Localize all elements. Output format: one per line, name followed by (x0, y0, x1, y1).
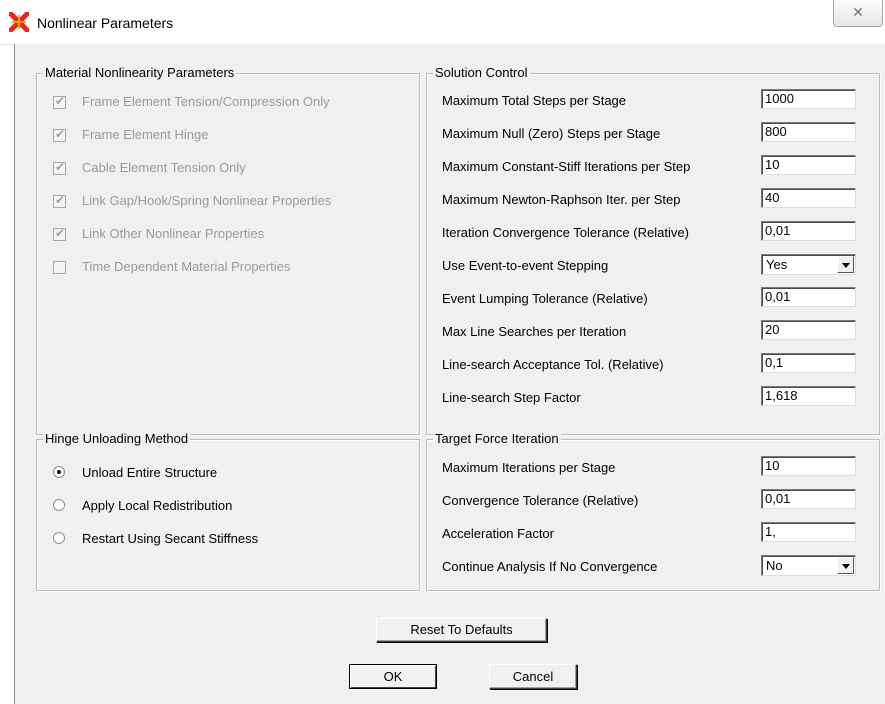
material-nonlinearity-title: Material Nonlinearity Parameters (43, 65, 237, 81)
target-force-iteration-title: Target Force Iteration (433, 431, 561, 447)
dropdown-arrow-icon[interactable] (837, 256, 854, 273)
select-event-to-event[interactable]: Yes (761, 254, 856, 275)
input-iteration-convergence-tol[interactable]: 0,01 (761, 221, 856, 241)
checkmark-icon: ✔ (55, 193, 66, 207)
label-acceleration-factor: Acceleration Factor (442, 526, 554, 541)
input-max-constant-stiff[interactable]: 10 (761, 155, 856, 175)
label-iteration-convergence-tol: Iteration Convergence Tolerance (Relativ… (442, 225, 689, 240)
label-max-line-searches: Max Line Searches per Iteration (442, 324, 627, 339)
label-line-search-acceptance: Line-search Acceptance Tol. (Relative) (442, 357, 664, 372)
label-max-iterations-per-stage: Maximum Iterations per Stage (442, 460, 616, 475)
checkmark-icon: ✔ (55, 160, 66, 174)
label-max-constant-stiff: Maximum Constant-Stiff Iterations per St… (442, 159, 691, 174)
material-nonlinearity-group: Material Nonlinearity Parameters ✔ Frame… (36, 65, 420, 435)
title-bar: Nonlinear Parameters ✕ (0, 0, 885, 45)
label-max-null-steps: Maximum Null (Zero) Steps per Stage (442, 126, 661, 141)
checkbox-box[interactable]: ✔ (53, 127, 66, 142)
input-acceleration-factor[interactable]: 1, (761, 522, 856, 542)
sap2000-app-icon (9, 12, 29, 32)
window-title: Nonlinear Parameters (37, 15, 174, 31)
checkbox-box[interactable]: ✔ (53, 226, 66, 241)
reset-to-defaults-button[interactable]: Reset To Defaults (376, 618, 547, 642)
checkmark-icon: ✔ (55, 127, 66, 141)
label-continue-if-no-convergence: Continue Analysis If No Convergence (442, 559, 658, 574)
input-max-iterations-per-stage[interactable]: 10 (761, 456, 856, 476)
input-event-lumping-tol[interactable]: 0,01 (761, 287, 856, 307)
input-line-search-step-factor[interactable]: 1,618 (761, 386, 856, 406)
solution-control-title: Solution Control (433, 65, 530, 81)
label-line-search-step-factor: Line-search Step Factor (442, 390, 581, 405)
hinge-unloading-title: Hinge Unloading Method (43, 431, 191, 447)
checkbox-box[interactable]: ✔ (53, 94, 66, 109)
checkbox-box[interactable]: ✔ (53, 193, 66, 208)
input-max-total-steps[interactable]: 1000 (761, 89, 856, 109)
label-convergence-tolerance: Convergence Tolerance (Relative) (442, 493, 639, 508)
input-max-null-steps[interactable]: 800 (761, 122, 856, 142)
close-button[interactable]: ✕ (833, 0, 883, 27)
radio-circle[interactable] (53, 499, 65, 511)
checkmark-icon: ✔ (55, 94, 66, 108)
checkbox-box[interactable] (53, 261, 66, 274)
dropdown-arrow-icon[interactable] (837, 557, 854, 574)
select-continue-if-no-convergence[interactable]: No (761, 555, 856, 576)
label-event-to-event: Use Event-to-event Stepping (442, 258, 609, 273)
input-max-line-searches[interactable]: 20 (761, 320, 856, 340)
input-convergence-tolerance[interactable]: 0,01 (761, 489, 856, 509)
checkmark-icon: ✔ (55, 226, 66, 240)
checkbox-box[interactable]: ✔ (53, 160, 66, 175)
dialog-client-area: Material Nonlinearity Parameters ✔ Frame… (14, 44, 885, 704)
radio-circle[interactable] (53, 532, 65, 544)
target-force-iteration-group: Target Force Iteration Maximum Iteration… (426, 431, 880, 591)
label-max-newton-raphson: Maximum Newton-Raphson Iter. per Step (442, 192, 681, 207)
cancel-button[interactable]: Cancel (489, 664, 577, 689)
close-icon: ✕ (852, 4, 864, 20)
input-line-search-acceptance[interactable]: 0,1 (761, 353, 856, 373)
ok-button[interactable]: OK (349, 664, 437, 689)
label-event-lumping-tol: Event Lumping Tolerance (Relative) (442, 291, 648, 306)
hinge-unloading-group: Hinge Unloading Method Unload Entire Str… (36, 431, 420, 591)
radio-circle[interactable] (53, 466, 65, 478)
label-max-total-steps: Maximum Total Steps per Stage (442, 93, 627, 108)
solution-control-group: Solution Control Maximum Total Steps per… (426, 65, 880, 435)
input-max-newton-raphson[interactable]: 40 (761, 188, 856, 208)
